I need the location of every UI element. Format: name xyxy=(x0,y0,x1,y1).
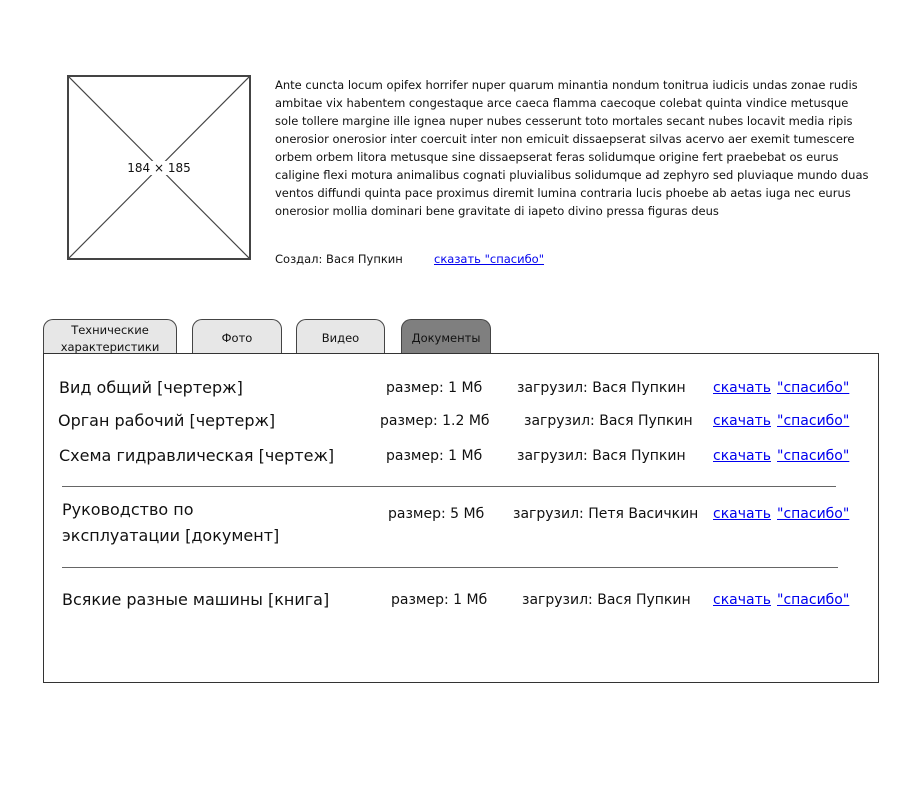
download-link[interactable]: скачать xyxy=(713,590,771,610)
download-link[interactable]: скачать xyxy=(713,446,771,466)
image-dimensions-label: 184 × 185 xyxy=(126,160,192,175)
document-name: Вид общий [чертерж] xyxy=(59,378,243,397)
thanks-link[interactable]: "спасибо" xyxy=(777,411,849,431)
product-image-placeholder: 184 × 185 xyxy=(67,75,251,260)
tab-photo-label: Фото xyxy=(221,330,253,345)
section-divider xyxy=(62,486,836,487)
document-name: Всякие разные машины [книга] xyxy=(62,590,330,609)
document-name-line1: Руководство по xyxy=(62,500,194,519)
thanks-link[interactable]: "спасибо" xyxy=(777,590,849,610)
document-uploader: загрузил: Вася Пупкин xyxy=(524,413,693,429)
section-divider xyxy=(62,567,838,568)
download-link[interactable]: скачать xyxy=(713,411,771,431)
document-size: размер: 1.2 Мб xyxy=(380,413,490,429)
author-line: Создал: Вася Пупкин xyxy=(275,252,403,266)
document-size: размер: 5 Мб xyxy=(388,506,485,522)
documents-panel: Вид общий [чертерж] размер: 1 Мб загрузи… xyxy=(43,353,879,683)
product-description: Ante cuncta locum opifex horrifer nuper … xyxy=(275,78,869,218)
document-size: размер: 1 Мб xyxy=(386,380,483,396)
download-link[interactable]: скачать xyxy=(713,504,771,524)
tab-photo[interactable]: Фото xyxy=(192,319,282,355)
document-size: размер: 1 Мб xyxy=(391,592,488,608)
document-name-line2: эксплуатации [документ] xyxy=(62,526,280,545)
tab-specifications-label: Технические характеристики xyxy=(60,323,160,354)
tab-documents[interactable]: Документы xyxy=(401,319,491,355)
download-link[interactable]: скачать xyxy=(713,378,771,398)
tab-video-label: Видео xyxy=(321,330,360,345)
document-uploader: загрузил: Вася Пупкин xyxy=(517,380,686,396)
document-uploader: загрузил: Вася Пупкин xyxy=(517,448,686,464)
document-uploader: загрузил: Петя Васичкин xyxy=(513,506,699,522)
document-uploader: загрузил: Вася Пупкин xyxy=(522,592,691,608)
document-name: Орган рабочий [чертерж] xyxy=(58,411,276,430)
document-size: размер: 1 Мб xyxy=(386,448,483,464)
tab-documents-label: Документы xyxy=(411,330,481,345)
say-thanks-link[interactable]: сказать "спасибо" xyxy=(434,250,544,268)
document-name: Схема гидравлическая [чертеж] xyxy=(59,446,335,465)
tab-specifications[interactable]: Технические характеристики xyxy=(43,319,177,355)
tab-video[interactable]: Видео xyxy=(296,319,385,355)
thanks-link[interactable]: "спасибо" xyxy=(777,378,849,398)
thanks-link[interactable]: "спасибо" xyxy=(777,504,849,524)
thanks-link[interactable]: "спасибо" xyxy=(777,446,849,466)
